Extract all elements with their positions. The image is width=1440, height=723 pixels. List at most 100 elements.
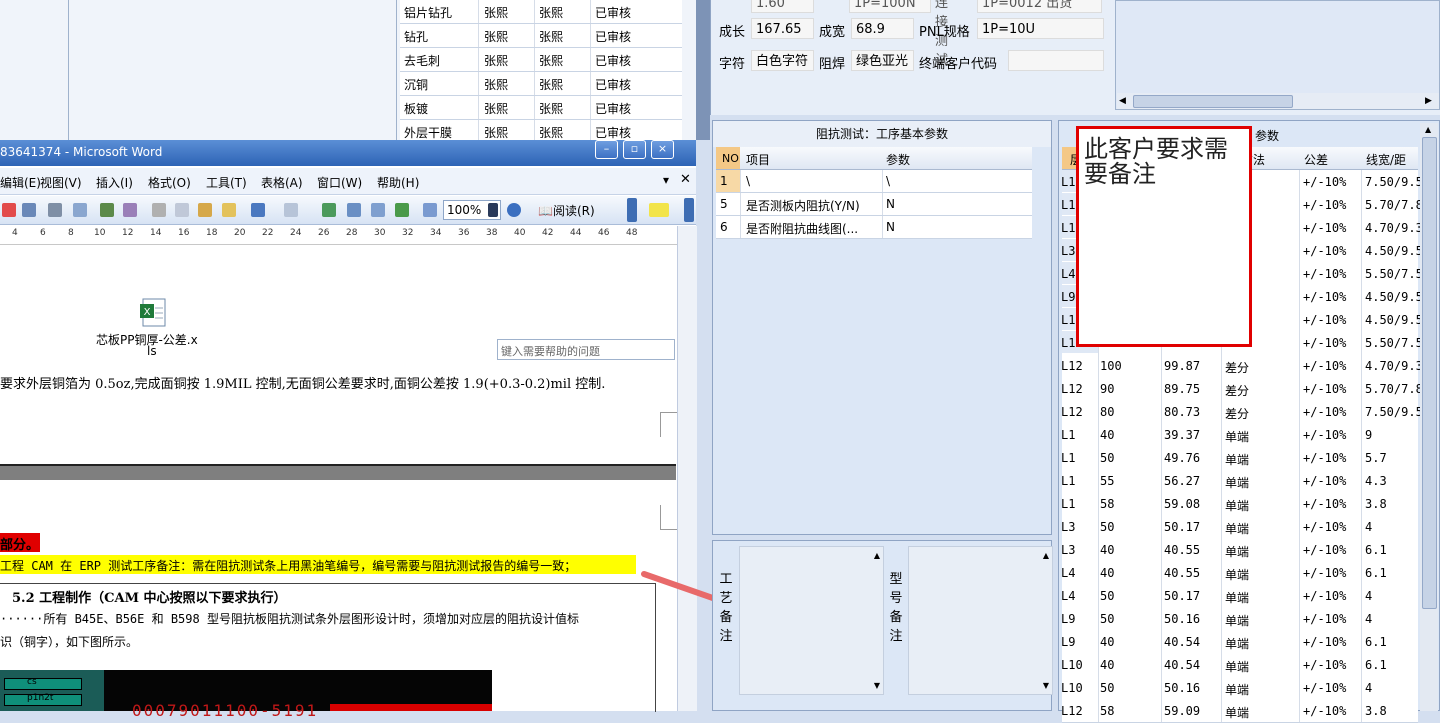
close-doc-icon[interactable]: ✕	[680, 172, 691, 187]
print-preview-icon[interactable]	[73, 203, 87, 217]
trace-row[interactable]: L12 100 99.87 差分 +/-10% 4.70/9.3	[1061, 354, 1423, 378]
dropdown-arrow-icon[interactable]: ▾	[663, 173, 669, 187]
highlight-icon[interactable]	[649, 203, 669, 217]
process-maker: 张熙	[484, 6, 509, 20]
ruler-tick: 8	[68, 228, 74, 238]
insert-table-icon[interactable]	[371, 203, 385, 217]
trace-row[interactable]: L12 80 80.73 差分 +/-10% 7.50/9.5	[1061, 400, 1423, 424]
excel-file-icon[interactable]: X	[137, 296, 169, 328]
process-status: 已审核	[595, 54, 632, 68]
process-checker: 张熙	[539, 6, 564, 20]
scroll-down-icon[interactable]: ▼	[874, 681, 880, 690]
permission-icon[interactable]	[2, 203, 16, 217]
undo-icon[interactable]	[251, 203, 265, 217]
trace-vertical-scrollbar[interactable]: ▲	[1420, 123, 1438, 711]
trace-row[interactable]: L1 40 39.37 单端 +/-10% 9	[1061, 423, 1418, 447]
scroll-right-icon[interactable]: ▶	[1425, 96, 1432, 106]
trace-row[interactable]: L1 58 59.08 单端 +/-10% 3.8	[1061, 492, 1418, 516]
hyperlink-icon[interactable]	[322, 203, 336, 217]
insert-excel-icon[interactable]	[395, 203, 409, 217]
scroll-thumb[interactable]	[1133, 95, 1293, 108]
impedance-row[interactable]: 1 \ \	[716, 170, 1032, 193]
scroll-down-icon[interactable]: ▼	[1043, 681, 1049, 690]
format-painter-icon[interactable]	[222, 203, 236, 217]
scroll-up-icon[interactable]: ▲	[874, 551, 880, 560]
scroll-left-icon[interactable]: ◀	[1119, 96, 1126, 106]
cell-divider	[534, 96, 535, 119]
cell-divider	[1098, 515, 1099, 538]
cell-divider	[1161, 607, 1162, 630]
process-remark-label: 工 艺 备 注	[718, 570, 734, 646]
trace-row[interactable]: L12 90 89.75 差分 +/-10% 5.70/7.8	[1061, 377, 1423, 401]
trace-cell-4: +/-10%	[1303, 405, 1347, 419]
scroll-up-icon[interactable]: ▲	[1425, 125, 1431, 134]
toolbar-options-icon[interactable]	[627, 198, 637, 222]
trace-cell-2: 59.09	[1164, 704, 1201, 718]
process-row[interactable]: 去毛刺 张熙 张熙 已审核	[400, 48, 682, 72]
process-row[interactable]: 板镀 张熙 张熙 已审核	[400, 96, 682, 120]
document-map-icon[interactable]	[423, 203, 437, 217]
read-mode-button[interactable]: 📖阅读(R)	[538, 202, 595, 219]
print-icon[interactable]	[48, 203, 62, 217]
callout-text: 此客户要求需要备注	[1084, 135, 1228, 188]
menu-tools[interactable]: 工具(T)	[206, 174, 247, 191]
trace-row[interactable]: L9 50 50.16 单端 +/-10% 4	[1061, 607, 1418, 631]
copy-icon[interactable]	[175, 203, 189, 217]
menu-table[interactable]: 表格(A)	[261, 174, 303, 191]
end-customer-value[interactable]	[1008, 50, 1104, 71]
trace-row[interactable]: L10 50 50.16 单端 +/-10% 4	[1061, 676, 1418, 700]
tables-borders-icon[interactable]	[347, 203, 361, 217]
process-row[interactable]: 铝片钻孔 张熙 张熙 已审核	[400, 0, 682, 24]
model-remark-textarea[interactable]: ▲ ▼	[908, 546, 1053, 695]
trace-row[interactable]: L1 50 49.76 单端 +/-10% 5.7	[1061, 446, 1418, 470]
menu-insert[interactable]: 插入(I)	[96, 174, 133, 191]
trace-cell-0: L3	[1061, 244, 1076, 258]
cell-divider	[1221, 676, 1222, 699]
menu-edit[interactable]: 编辑(E)	[0, 174, 41, 191]
help-icon[interactable]	[507, 203, 521, 217]
research-icon[interactable]	[123, 203, 137, 217]
trace-row[interactable]: L3 40 40.55 单端 +/-10% 6.1	[1061, 538, 1418, 562]
zoom-dropdown-icon[interactable]	[488, 203, 498, 217]
menu-view[interactable]: 视图(V)	[40, 174, 82, 191]
process-row[interactable]: 沉铜 张熙 张熙 已审核	[400, 72, 682, 96]
trace-row[interactable]: L9 40 40.54 单端 +/-10% 6.1	[1061, 630, 1418, 654]
remarks-horizontal-scrollbar[interactable]: ◀ ▶	[1117, 93, 1439, 109]
erp-scrollbar[interactable]	[696, 0, 710, 140]
trace-cell-4: +/-10%	[1303, 520, 1347, 534]
restore-button[interactable]: ▫	[623, 140, 646, 159]
trace-row[interactable]: L4 40 40.55 单端 +/-10% 6.1	[1061, 561, 1418, 585]
trace-cell-5: 4	[1365, 589, 1373, 603]
paste-icon[interactable]	[198, 203, 212, 217]
process-remark-textarea[interactable]: ▲ ▼	[739, 546, 884, 695]
scroll-thumb[interactable]	[1422, 137, 1437, 609]
trace-cell-0: L9	[1061, 635, 1076, 649]
redo-icon[interactable]	[284, 203, 298, 217]
process-step: 去毛刺	[404, 54, 441, 68]
trace-row[interactable]: L10 40 40.54 单端 +/-10% 6.1	[1061, 653, 1418, 677]
help-search-input[interactable]: 键入需要帮助的问题	[497, 339, 675, 360]
section-para-1: ······所有 B45E、B56E 和 B598 型号阻抗板阻抗测试条外层图形…	[0, 612, 579, 626]
impedance-row[interactable]: 6 是否附阻抗曲线图(... N	[716, 216, 1032, 239]
spelling-icon[interactable]	[100, 203, 114, 217]
impedance-row[interactable]: 5 是否测板内阻抗(Y/N) N	[716, 193, 1032, 216]
scroll-up-icon[interactable]: ▲	[1043, 551, 1049, 560]
close-button[interactable]: ×	[651, 140, 674, 159]
toolbar-options-icon-2[interactable]	[684, 198, 694, 222]
horizontal-ruler[interactable]: 4 6 8 10 12 14 16 18 20 22 24 26 28 30 32 34 36 38 40 42 44 4…	[0, 226, 680, 245]
process-row[interactable]: 钻孔 张熙 张熙 已审核	[400, 24, 682, 48]
menu-help[interactable]: 帮助(H)	[377, 174, 419, 191]
minimize-button[interactable]: –	[595, 140, 618, 159]
cell-divider	[1361, 630, 1362, 653]
trace-row[interactable]: L1 55 56.27 单端 +/-10% 4.3	[1061, 469, 1418, 493]
menu-format[interactable]: 格式(O)	[148, 174, 191, 191]
cell-divider	[1361, 607, 1362, 630]
trace-row[interactable]: L4 50 50.17 单端 +/-10% 4	[1061, 584, 1418, 608]
email-icon[interactable]	[22, 203, 36, 217]
cut-icon[interactable]	[152, 203, 166, 217]
trace-row[interactable]: L12 58 59.09 单端 +/-10% 3.8	[1061, 699, 1418, 723]
trace-cell-3: 单端	[1225, 637, 1250, 651]
menu-window[interactable]: 窗口(W)	[317, 174, 362, 191]
trace-row[interactable]: L3 50 50.17 单端 +/-10% 4	[1061, 515, 1418, 539]
trace-cell-4: +/-10%	[1303, 635, 1347, 649]
